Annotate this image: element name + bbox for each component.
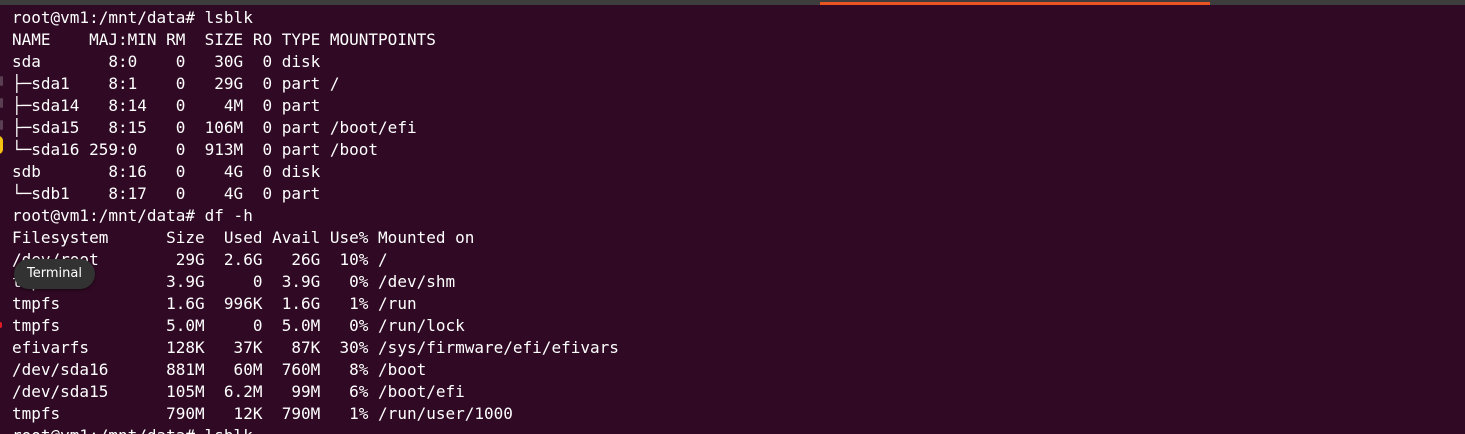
- terminal-line: root@vm1:/mnt/data# lsblk: [12, 8, 253, 27]
- terminal-line: Filesystem Size Used Avail Use% Mounted …: [12, 228, 475, 247]
- terminal-line: ├─sda15 8:15 0 106M 0 part /boot/efi: [12, 118, 417, 137]
- terminal-line: /dev/sda15 105M 6.2M 99M 6% /boot/efi: [12, 382, 465, 401]
- terminal-line: tmpfs 790M 12K 790M 1% /run/user/1000: [12, 404, 513, 423]
- dock-running-marker: [0, 98, 3, 108]
- dock-notification-badge: [0, 136, 3, 154]
- dock-tooltip: Terminal: [14, 259, 95, 289]
- terminal-line: ├─sda14 8:14 0 4M 0 part: [12, 96, 321, 115]
- terminal-line: tmpfs 3.9G 0 3.9G 0% /dev/shm: [12, 272, 456, 291]
- terminal-line: ├─sda1 8:1 0 29G 0 part /: [12, 74, 340, 93]
- terminal-line: /dev/root 29G 2.6G 26G 10% /: [12, 250, 388, 269]
- terminal-line: efivarfs 128K 37K 87K 30% /sys/firmware/…: [12, 338, 619, 357]
- dock-running-marker: [0, 76, 3, 86]
- title-bar: [0, 0, 1465, 5]
- terminal-line: tmpfs 5.0M 0 5.0M 0% /run/lock: [12, 316, 465, 335]
- terminal-line: tmpfs 1.6G 996K 1.6G 1% /run: [12, 294, 417, 313]
- dock-edge: [0, 0, 6, 434]
- terminal-line: sda 8:0 0 30G 0 disk: [12, 52, 321, 71]
- terminal-line: sdb 8:16 0 4G 0 disk: [12, 162, 321, 181]
- terminal-line: root@vm1:/mnt/data# df -h: [12, 206, 253, 225]
- terminal-line: NAME MAJ:MIN RM SIZE RO TYPE MOUNTPOINTS: [12, 30, 436, 49]
- terminal-line: root@vm1:/mnt/data# lsblk: [12, 425, 619, 434]
- terminal-output[interactable]: root@vm1:/mnt/data# lsblk NAME MAJ:MIN R…: [12, 7, 619, 434]
- terminal-line: /dev/sda16 881M 60M 760M 8% /boot: [12, 360, 427, 379]
- terminal-window[interactable]: root@vm1:/mnt/data# lsblk NAME MAJ:MIN R…: [0, 0, 1465, 434]
- dock-running-marker: [0, 120, 3, 130]
- dock-active-dot: [0, 322, 2, 328]
- active-tab-indicator: [820, 2, 1210, 5]
- terminal-line: └─sda16 259:0 0 913M 0 part /boot: [12, 140, 379, 159]
- terminal-line: └─sdb1 8:17 0 4G 0 part: [12, 184, 321, 203]
